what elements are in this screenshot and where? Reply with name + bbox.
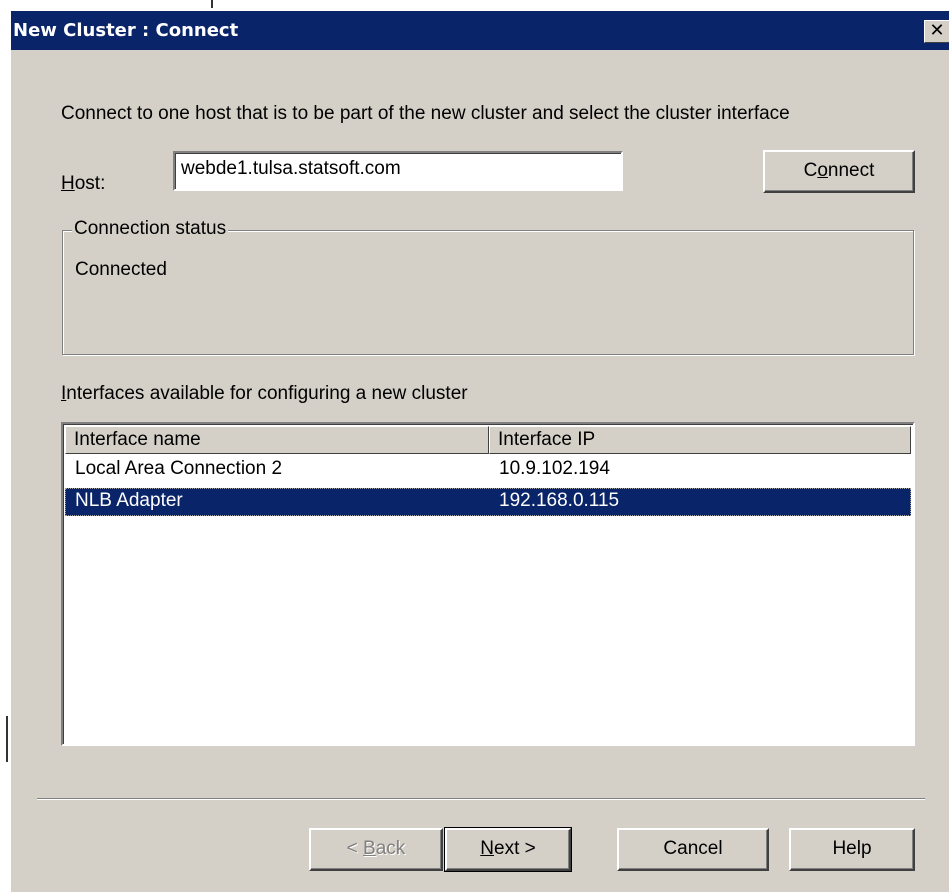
- interface-ip-cell: 192.168.0.115: [499, 490, 620, 511]
- host-input-value: webde1.tulsa.statsoft.com: [181, 158, 401, 179]
- title-bar[interactable]: New Cluster : Connect ✕: [11, 11, 949, 50]
- host-label-text: ost:: [74, 173, 106, 194]
- instructions-text: Connect to one host that is to be part o…: [61, 103, 790, 124]
- connection-status-group: [62, 230, 914, 355]
- connect-button-label: Connect: [803, 160, 875, 181]
- background-edge-mark-top: [211, 0, 213, 8]
- interfaces-list[interactable]: Interface name Interface IP Local Area C…: [61, 422, 915, 746]
- host-input[interactable]: webde1.tulsa.statsoft.com: [173, 151, 623, 191]
- new-cluster-dialog: New Cluster : Connect ✕ Connect to one h…: [10, 10, 949, 892]
- footer-separator: [37, 798, 925, 800]
- cancel-button[interactable]: Cancel: [617, 828, 769, 871]
- connection-status-legend: Connection status: [72, 218, 229, 240]
- interface-ip-cell: 10.9.102.194: [499, 458, 610, 479]
- window-title: New Cluster : Connect: [13, 20, 239, 41]
- close-icon: ✕: [929, 20, 945, 41]
- back-button[interactable]: < Back: [309, 828, 443, 871]
- interfaces-label-text: nterfaces available for configuring a ne…: [66, 383, 468, 404]
- interfaces-label: Interfaces available for configuring a n…: [61, 383, 468, 405]
- close-button[interactable]: ✕: [924, 20, 949, 43]
- help-button[interactable]: Help: [789, 828, 915, 871]
- list-item-nlb-adapter[interactable]: NLB Adapter 192.168.0.115: [65, 488, 911, 516]
- connection-status-text: Connected: [75, 259, 167, 280]
- background-edge-mark-left: [6, 716, 8, 762]
- next-button-label: Next >: [480, 838, 536, 859]
- back-button-label: < Back: [346, 838, 406, 859]
- column-header-interface-ip[interactable]: Interface IP: [489, 426, 911, 454]
- next-button[interactable]: Next >: [444, 827, 572, 872]
- connect-button[interactable]: Connect: [763, 150, 915, 193]
- list-item-local-area-connection-2[interactable]: Local Area Connection 2 10.9.102.194: [65, 456, 911, 484]
- host-label-mnemonic: H: [61, 173, 75, 194]
- interface-name-cell: NLB Adapter: [75, 490, 183, 511]
- interface-name-cell: Local Area Connection 2: [75, 458, 283, 479]
- host-label: Host:: [61, 173, 105, 195]
- column-header-interface-name[interactable]: Interface name: [65, 426, 489, 454]
